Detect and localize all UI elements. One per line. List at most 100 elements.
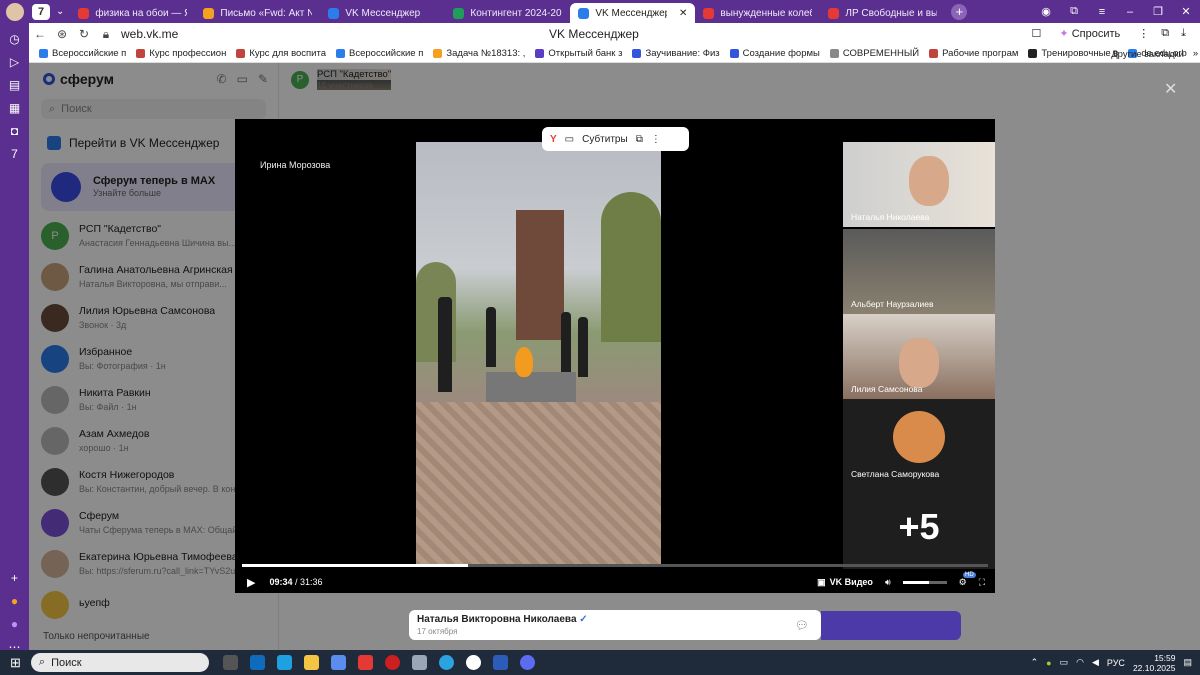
new-tab-button[interactable]: + <box>951 3 968 20</box>
more-vertical-icon[interactable]: ⋮ <box>1138 27 1149 40</box>
minimize-icon[interactable]: – <box>1116 6 1144 18</box>
participant-tile[interactable]: Наталья Николаева <box>843 142 995 227</box>
bookmark-item[interactable]: Задача №18313: , <box>433 48 525 59</box>
yandex-icon[interactable]: Y <box>550 134 557 145</box>
video-author-card[interactable]: Наталья Викторовна Николаева ✓ 17 октябр… <box>409 610 821 640</box>
store-icon[interactable] <box>330 655 346 670</box>
bookmark-item[interactable]: Тренировочные в <box>1028 48 1118 59</box>
download-icon[interactable]: ⤓ <box>1181 27 1186 40</box>
history-icon[interactable]: ◷ <box>7 32 23 46</box>
shield-icon[interactable]: ⊛ <box>51 27 73 41</box>
volume-icon[interactable]: ◀︎ <box>1092 657 1099 668</box>
network-icon[interactable]: ▭ <box>1060 657 1069 668</box>
taskbar-search[interactable]: ⌕ Поиск <box>30 653 209 672</box>
bookmark-label: Тренировочные в <box>1041 48 1119 59</box>
collections-icon[interactable]: ⧉ <box>1060 5 1088 18</box>
profile-avatar[interactable] <box>6 2 24 21</box>
ask-button[interactable]: ✦ Спросить <box>1053 26 1126 41</box>
extensions-icon[interactable]: ⧉ <box>1161 27 1169 40</box>
language-indicator[interactable]: РУС <box>1107 658 1125 668</box>
join-call-button[interactable] <box>821 611 961 640</box>
outlook-icon[interactable] <box>249 655 265 670</box>
bookmark-item[interactable]: Создание формы <box>729 48 820 59</box>
tray-chevron-icon[interactable]: ⌃ <box>1031 657 1039 668</box>
participant-tile[interactable]: Лилия Самсонова <box>843 314 995 399</box>
clock[interactable]: 15:59 22.10.2025 <box>1133 653 1176 673</box>
yandex-browser-icon[interactable] <box>465 655 481 670</box>
other-bookmarks[interactable]: Другие закладки <box>1111 49 1184 60</box>
notes-icon[interactable]: ▤ <box>7 78 23 92</box>
tab-count-button[interactable]: 7 <box>32 3 50 20</box>
browser-tab[interactable]: VK Мессенджер <box>320 3 445 23</box>
volume-icon[interactable]: 🔊︎ <box>885 577 891 588</box>
bookmark-item[interactable]: Всероссийские п <box>39 48 126 59</box>
volume-slider[interactable] <box>902 580 947 584</box>
tab-close-icon[interactable]: ✕ <box>679 8 687 19</box>
alice-icon[interactable]: ● <box>7 617 23 631</box>
tray-app-icon[interactable]: ● <box>1046 658 1051 668</box>
ask-label: Спросить <box>1071 28 1121 40</box>
participant-tile[interactable]: Альберт Наурзалиев <box>843 229 995 314</box>
close-icon[interactable]: ✕ <box>1172 5 1200 18</box>
modal-close-icon[interactable]: ✕ <box>1164 79 1177 99</box>
orange-app-icon[interactable]: ● <box>7 594 23 608</box>
word-icon[interactable] <box>492 655 508 670</box>
comments-icon[interactable]: 💬︎ <box>795 619 809 632</box>
camera-icon[interactable]: ◘ <box>7 124 23 138</box>
browser-tab[interactable]: вынужденные колебания <box>695 3 820 23</box>
opera-icon[interactable] <box>384 655 400 670</box>
settings-icon[interactable]: ⚙ HD <box>959 571 976 588</box>
reload-icon[interactable]: ↻ <box>73 27 95 41</box>
file-explorer-icon[interactable] <box>303 655 319 670</box>
bookmark-item[interactable]: Заучивание: Физ <box>632 48 720 59</box>
vk-video-brand[interactable]: ▣ VK Видео <box>817 577 873 588</box>
participant-name: Светлана Саморукова <box>851 469 940 479</box>
video-frame[interactable] <box>416 142 661 567</box>
bookmark-item[interactable]: Курс для воспита <box>236 48 326 59</box>
calendar-icon[interactable]: ▦ <box>7 101 23 115</box>
bookmark-item[interactable]: СОВРЕМЕННЫЙ <box>829 48 919 59</box>
wifi-icon[interactable]: ◠ <box>1076 657 1084 668</box>
windows-start-icon[interactable]: ⊞ <box>10 655 21 671</box>
edge-icon[interactable] <box>276 655 292 670</box>
browser-tab[interactable]: Контингент 2024-2025 - G <box>445 3 570 23</box>
max-app-icon[interactable] <box>519 655 535 670</box>
add-icon[interactable]: + <box>7 571 23 585</box>
bookmark-item[interactable]: Курс профессион <box>136 48 226 59</box>
maximize-icon[interactable]: ❐ <box>1144 5 1172 18</box>
subtitles-button[interactable]: Субтитры <box>582 134 628 145</box>
telegram-icon[interactable] <box>438 655 454 670</box>
chevron-down-icon[interactable]: ⌄ <box>56 6 64 17</box>
bookmark-favicon-icon <box>236 49 246 58</box>
pip-icon[interactable]: ⧉ <box>636 134 643 145</box>
browser-tab[interactable]: физика на обои — Яндекс <box>70 3 195 23</box>
url-field[interactable]: web.vk.me <box>121 27 178 41</box>
browser-tab[interactable]: ЛР Свободные и вынужде <box>820 3 945 23</box>
more-participants-tile[interactable]: +5 <box>843 484 995 569</box>
progress-bar[interactable] <box>242 564 988 567</box>
browser-tab[interactable]: VK Мессенджер ✕ <box>570 3 696 23</box>
back-icon[interactable]: ← <box>29 27 51 41</box>
notifications-icon[interactable]: ▤ <box>1183 657 1192 668</box>
bookmark-item[interactable]: Всероссийские п <box>336 48 423 59</box>
play-icon[interactable]: ▷ <box>7 55 23 69</box>
tab-label: VK Мессенджер <box>345 7 421 19</box>
video-player[interactable]: Ирина Морозова Y ▭ Субтитры ⧉ ⋮ Наталья … <box>235 119 995 593</box>
bookmark-item[interactable]: Открытый банк з <box>535 48 622 59</box>
participant-tile[interactable]: Светлана Саморукова <box>843 399 995 484</box>
menu-icon[interactable]: ≡ <box>1088 6 1116 18</box>
yandex-icon[interactable] <box>357 655 373 670</box>
profile-icon[interactable]: ◉ <box>1032 5 1060 18</box>
bookmark-icon[interactable]: ☐ <box>1032 27 1042 40</box>
address-bar: ← ⊛ ↻ 🔒︎ web.vk.me VK Мессенджер ☐ ✦ Спр… <box>29 23 1200 45</box>
fullscreen-icon[interactable]: ⛶ <box>979 577 985 588</box>
play-icon[interactable]: ▶ <box>247 576 255 589</box>
bookmark-item[interactable]: Рабочие програм <box>929 48 1018 59</box>
calculator-icon[interactable] <box>411 655 427 670</box>
task-view-icon[interactable] <box>222 655 238 670</box>
counter-icon[interactable]: 7 <box>7 147 23 161</box>
more-vertical-icon[interactable]: ⋮ <box>651 134 661 145</box>
chevron-more-icon[interactable]: » <box>1193 48 1198 59</box>
time-display: 09:34 / 31:36 <box>269 577 322 587</box>
browser-tab[interactable]: Письмо «Fwd: Акт № 7.do <box>195 3 320 23</box>
